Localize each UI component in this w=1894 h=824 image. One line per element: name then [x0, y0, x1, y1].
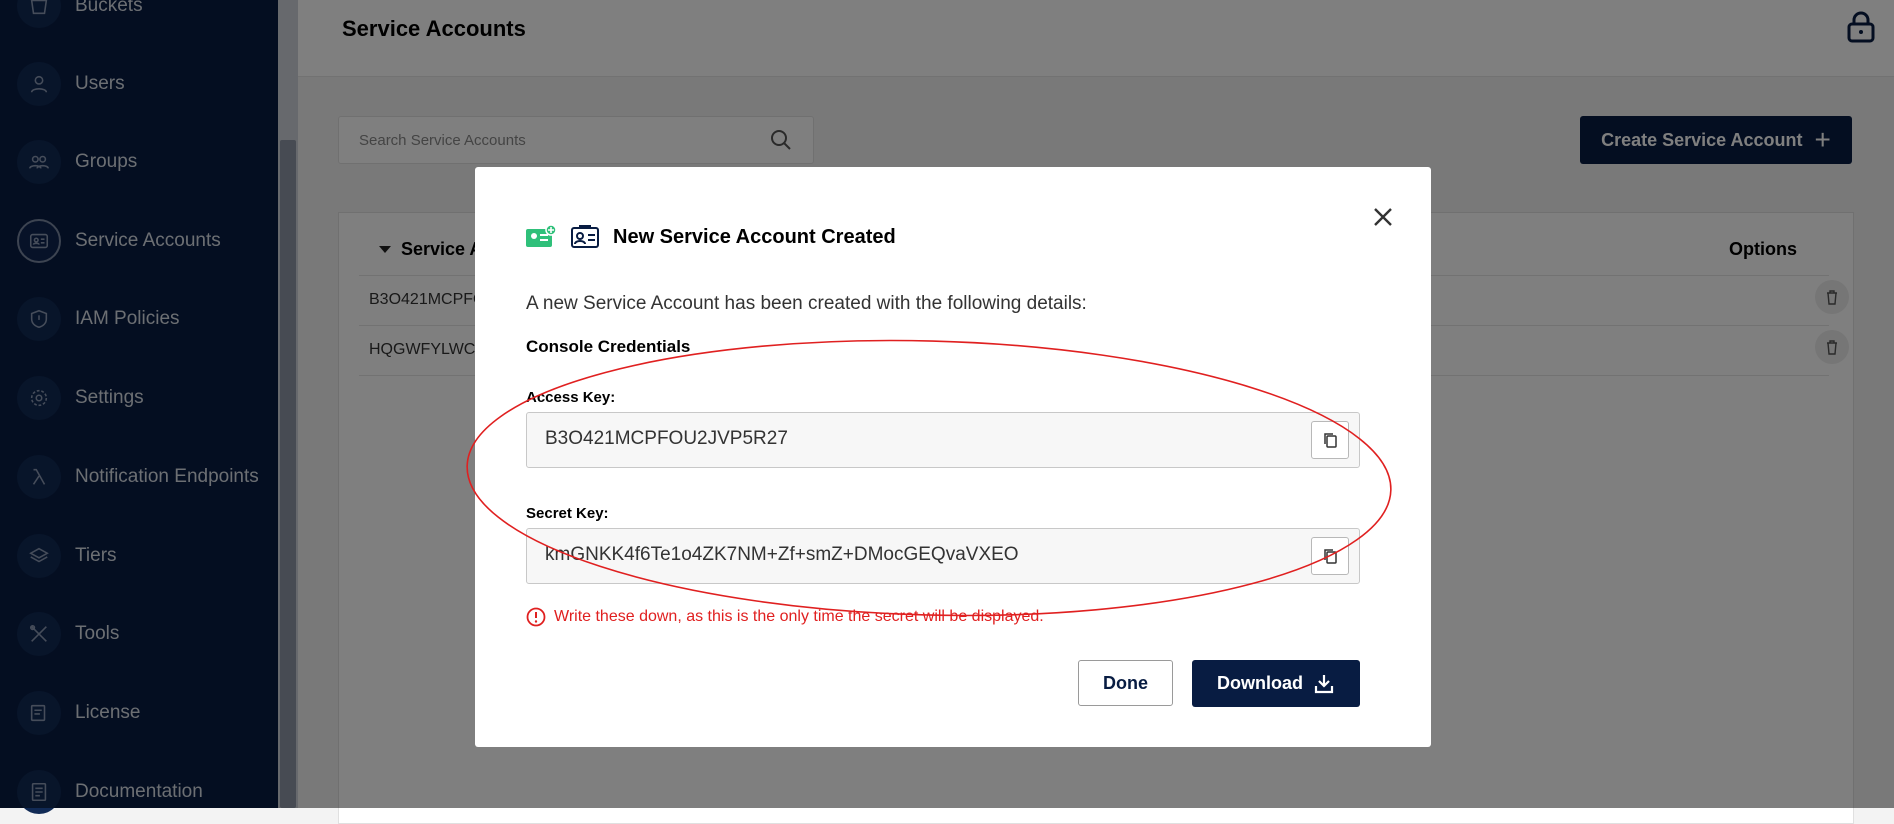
highlight-ellipse	[466, 339, 1392, 617]
done-button[interactable]: Done	[1078, 660, 1173, 706]
close-button[interactable]	[1368, 202, 1398, 232]
modal-header: New Service Account Created	[525, 225, 896, 249]
download-icon	[1314, 674, 1334, 693]
download-button-label: Download	[1217, 673, 1303, 693]
service-account-icon	[571, 225, 599, 248]
add-credential-icon	[526, 225, 557, 247]
modal-description: A new Service Account has been created w…	[526, 293, 1087, 314]
modal-title: New Service Account Created	[613, 225, 896, 248]
close-icon	[1374, 208, 1392, 226]
download-button[interactable]: Download	[1192, 660, 1360, 707]
